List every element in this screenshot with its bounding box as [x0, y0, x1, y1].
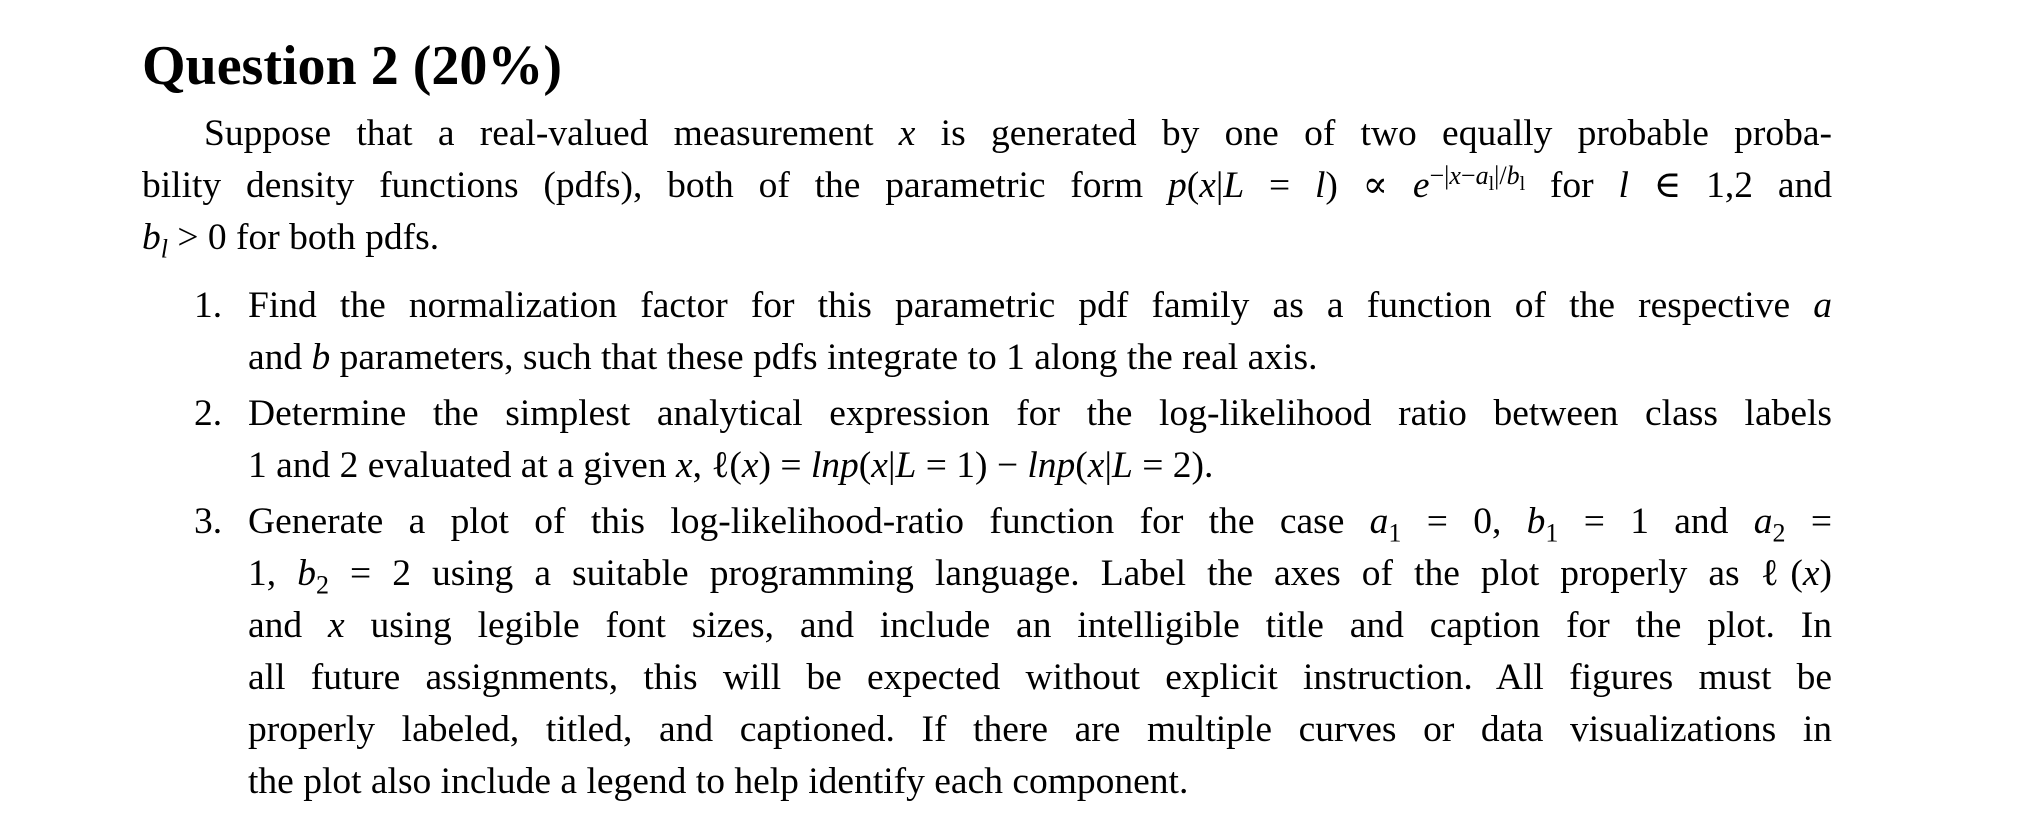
item-number: 2.	[194, 393, 223, 434]
item-line: and b parameters, such that these pdfs i…	[248, 337, 1318, 378]
item-number: 3.	[194, 501, 223, 542]
item-line: 1 and 2 evaluated at a given x, ℓ(x) = l…	[248, 445, 1214, 486]
list-item: 1. Find the normalization factor for thi…	[142, 280, 1832, 384]
intro-paragraph: Suppose that a real-valued measurement x…	[142, 108, 1832, 264]
item-line: and x using legible font sizes, and incl…	[248, 605, 1832, 646]
item-line: the plot also include a legend to help i…	[248, 761, 1189, 802]
list-item: 3. Generate a plot of this log-likelihoo…	[142, 496, 1832, 808]
list-item: 2. Determine the simplest analytical exp…	[142, 388, 1832, 492]
question-heading: Question 2 (20%)	[142, 35, 562, 97]
intro-line: bl > 0 for both pdfs.	[142, 217, 440, 264]
question-items: 1. Find the normalization factor for thi…	[142, 280, 1832, 808]
item-line: Find the normalization factor for this p…	[248, 285, 1832, 326]
item-line: 1, b2 = 2 using a suitable programming l…	[248, 553, 1832, 600]
intro-line: bility density functions (pdfs), both of…	[142, 160, 1832, 206]
item-number: 1.	[194, 285, 223, 326]
item-line: Determine the simplest analytical expres…	[248, 393, 1832, 434]
item-line: all future assignments, this will be exp…	[248, 657, 1832, 698]
item-line: properly labeled, titled, and captioned.…	[248, 709, 1832, 750]
question-block: Question 2 (20%) Suppose that a real-val…	[142, 30, 1832, 812]
item-line: Generate a plot of this log-likelihood-r…	[248, 501, 1832, 548]
intro-line: Suppose that a real-valued measurement x…	[204, 113, 1832, 154]
